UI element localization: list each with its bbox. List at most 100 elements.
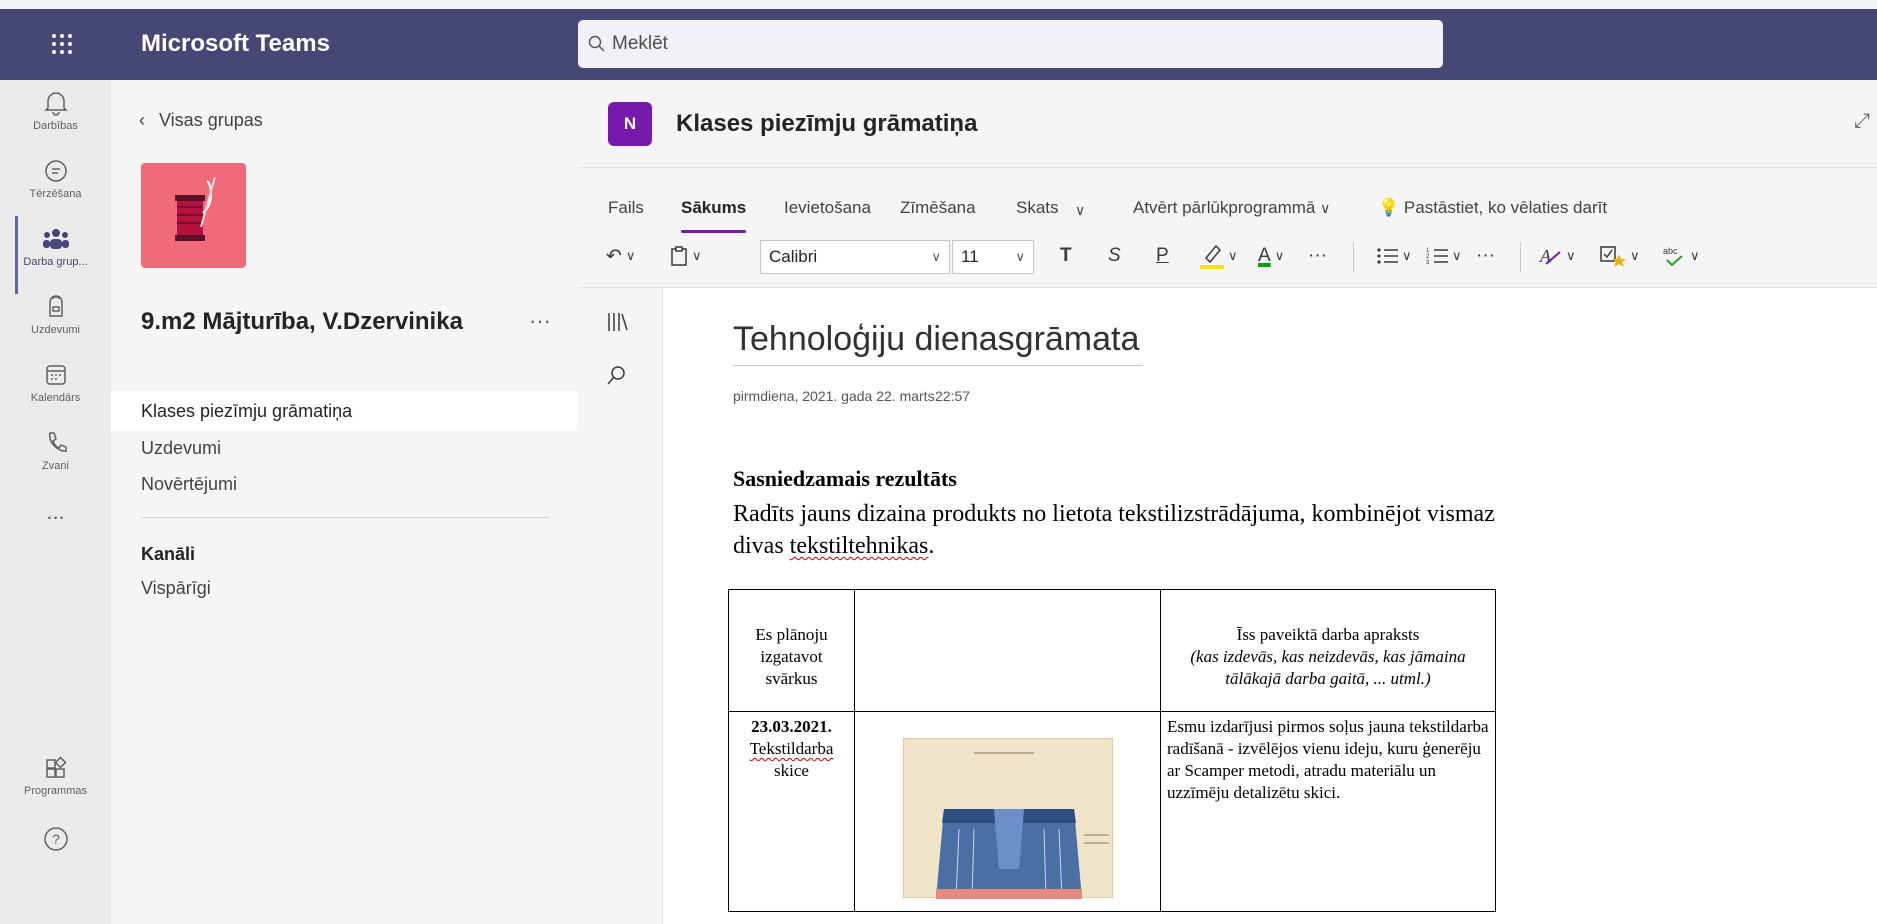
- search-input[interactable]: Meklēt: [578, 20, 1443, 68]
- team-channel-pane: ‹ Visas grupas 9.m2 Mājturība, V.Dzervin…: [111, 80, 578, 924]
- tab-draw[interactable]: Zīmēšana: [900, 198, 976, 218]
- undo-button[interactable]: ↶ ∨: [606, 236, 635, 276]
- table-cell: Īss paveiktā darba apraksts (kas izdevās…: [1160, 589, 1496, 712]
- backpack-icon: [48, 295, 63, 317]
- rail-label: Zvani: [42, 460, 69, 472]
- tab-insert[interactable]: Ievietošana: [784, 198, 871, 218]
- rail-label: Darbības: [33, 120, 78, 132]
- app-title: Microsoft Teams: [141, 30, 330, 57]
- tags-button[interactable]: ∨: [1600, 236, 1640, 276]
- font-family-select[interactable]: Calibri ∨: [760, 240, 950, 274]
- channels-section-label: Kanāli: [141, 544, 196, 564]
- notebooks-button[interactable]: [606, 310, 630, 339]
- team-avatar: [141, 163, 246, 268]
- bullets-button[interactable]: ∨: [1376, 236, 1412, 276]
- notebook-nav-column: [578, 288, 663, 924]
- back-to-teams-link[interactable]: ‹ Visas grupas: [139, 110, 263, 131]
- result-paragraph: Radīts jauns dizaina produkts no lietota…: [733, 501, 1495, 559]
- chat-icon: [44, 160, 67, 182]
- more-format-button[interactable]: ···: [1308, 236, 1327, 276]
- calendar-icon: [45, 365, 66, 385]
- highlighter-icon: [1200, 244, 1224, 269]
- italic-button[interactable]: S: [1108, 236, 1121, 276]
- styles-icon: A: [1539, 246, 1561, 266]
- rail-calendar[interactable]: Kalendārs: [0, 352, 111, 430]
- search-placeholder: Meklēt: [612, 33, 668, 54]
- phone-icon: [48, 432, 67, 452]
- numbering-button[interactable]: 123 ∨: [1426, 236, 1462, 276]
- rail-label: Uzdevumi: [31, 324, 80, 336]
- rail-chat[interactable]: Tērzēšana: [0, 148, 111, 226]
- svg-text:?: ?: [52, 831, 60, 847]
- more-paragraph-button[interactable]: ···: [1476, 236, 1495, 276]
- team-name: 9.m2 Mājturība, V.Dzervinika: [141, 308, 463, 335]
- rail-apps[interactable]: Programmas: [0, 745, 111, 823]
- rail-activity[interactable]: Darbības: [0, 80, 111, 158]
- title-bar: Microsoft Teams Meklēt: [0, 0, 1877, 80]
- toolbar: ↶ ∨ ∨ Calibri ∨ 11 ∨ T S P ∨ A ∨ ··· ∨ 1…: [578, 236, 1877, 280]
- rail-help[interactable]: ?: [0, 815, 111, 875]
- bell-icon: [43, 92, 68, 116]
- rail-more-button[interactable]: ...: [0, 492, 111, 570]
- notebook-page: Tehnoloģiju dienasgrāmata pirmdiena, 202…: [663, 288, 1877, 924]
- page-title[interactable]: Tehnoloģiju dienasgrāmata: [733, 320, 1144, 366]
- underline-button[interactable]: P: [1156, 236, 1169, 276]
- channel-general[interactable]: Vispārīgi: [111, 568, 578, 608]
- chevron-down-icon: ∨: [931, 249, 941, 264]
- numbered-list-icon: 123: [1426, 248, 1448, 266]
- svg-text:abc: abc: [1663, 246, 1678, 256]
- clipboard-icon: [671, 246, 687, 266]
- chevron-down-icon[interactable]: ∨: [1075, 202, 1085, 219]
- table-cell: [854, 711, 1161, 912]
- expand-icon[interactable]: ⤢: [1854, 110, 1870, 133]
- team-more-options-button[interactable]: ···: [529, 308, 551, 334]
- table-cell: 23.03.2021. Tekstildarba skice: [728, 711, 855, 912]
- rail-assignments[interactable]: Uzdevumi: [0, 284, 111, 362]
- notebook-title: Klases piezīmju grāmatiņa: [676, 110, 978, 137]
- onenote-area: N Klases piezīmju grāmatiņa ⤢ Fails Sāku…: [578, 80, 1877, 924]
- skirt-sketch-image: [902, 738, 1113, 900]
- chevron-down-icon: ∨: [1015, 249, 1025, 264]
- nav-class-notebook[interactable]: Klases piezīmju grāmatiņa: [111, 391, 578, 431]
- table-row: Es plānoju izgatavot svārkus Īss paveikt…: [728, 589, 1496, 712]
- font-color-button[interactable]: A ∨: [1258, 236, 1284, 276]
- ribbon: Fails Sākums Ievietošana Zīmēšana Skats …: [578, 168, 1877, 288]
- apps-icon: [45, 756, 67, 778]
- highlight-button[interactable]: ∨: [1200, 236, 1238, 276]
- back-label: Visas grupas: [159, 110, 263, 130]
- search-icon: [607, 366, 625, 385]
- lightbulb-icon: 💡: [1378, 198, 1400, 217]
- clipboard-button[interactable]: ∨: [670, 236, 702, 276]
- rail-label: Programmas: [24, 785, 87, 797]
- spelling-button[interactable]: abc ∨: [1662, 236, 1700, 276]
- app-launcher-button[interactable]: [30, 18, 94, 70]
- open-in-browser-button[interactable]: Atvērt pārlūkprogrammā ∨: [1133, 198, 1330, 218]
- tab-file[interactable]: Fails: [608, 198, 644, 218]
- waffle-icon: [52, 34, 72, 54]
- separator: [1353, 242, 1354, 272]
- bold-button[interactable]: T: [1060, 236, 1072, 276]
- font-size-select[interactable]: 11 ∨: [952, 240, 1034, 274]
- rail-teams[interactable]: Darba grup...: [0, 216, 111, 294]
- table-cell: Esmu izdarījusi pirmos soļus jauna tekst…: [1160, 711, 1496, 912]
- library-icon: [608, 313, 628, 331]
- rail-calls[interactable]: Zvani: [0, 420, 111, 498]
- nav-assignments[interactable]: Uzdevumi: [111, 428, 578, 468]
- styles-button[interactable]: A ∨: [1538, 236, 1576, 276]
- tab-view[interactable]: Skats: [1016, 198, 1059, 218]
- page-date: pirmdiena, 2021. gada 22. marts: [733, 388, 935, 404]
- teams-icon: [42, 229, 69, 249]
- nav-grades[interactable]: Novērtējumi: [111, 464, 578, 504]
- search-notes-button[interactable]: [606, 364, 628, 391]
- search-icon: [588, 35, 605, 52]
- spell-check-icon: abc: [1663, 246, 1683, 267]
- page-time: 22:57: [935, 388, 971, 404]
- tab-header: N Klases piezīmju grāmatiņa ⤢: [578, 80, 1877, 168]
- tag-star-icon: [1600, 246, 1626, 267]
- tab-home[interactable]: Sākums: [681, 198, 747, 233]
- skirt-sketch-icon: [935, 752, 1109, 900]
- tell-me-search[interactable]: 💡 Pastāstiet, ko vēlaties darīt: [1378, 198, 1607, 218]
- result-heading: Sasniedzamais rezultāts: [733, 466, 957, 491]
- table-cell: [854, 589, 1161, 712]
- divider: [141, 517, 549, 518]
